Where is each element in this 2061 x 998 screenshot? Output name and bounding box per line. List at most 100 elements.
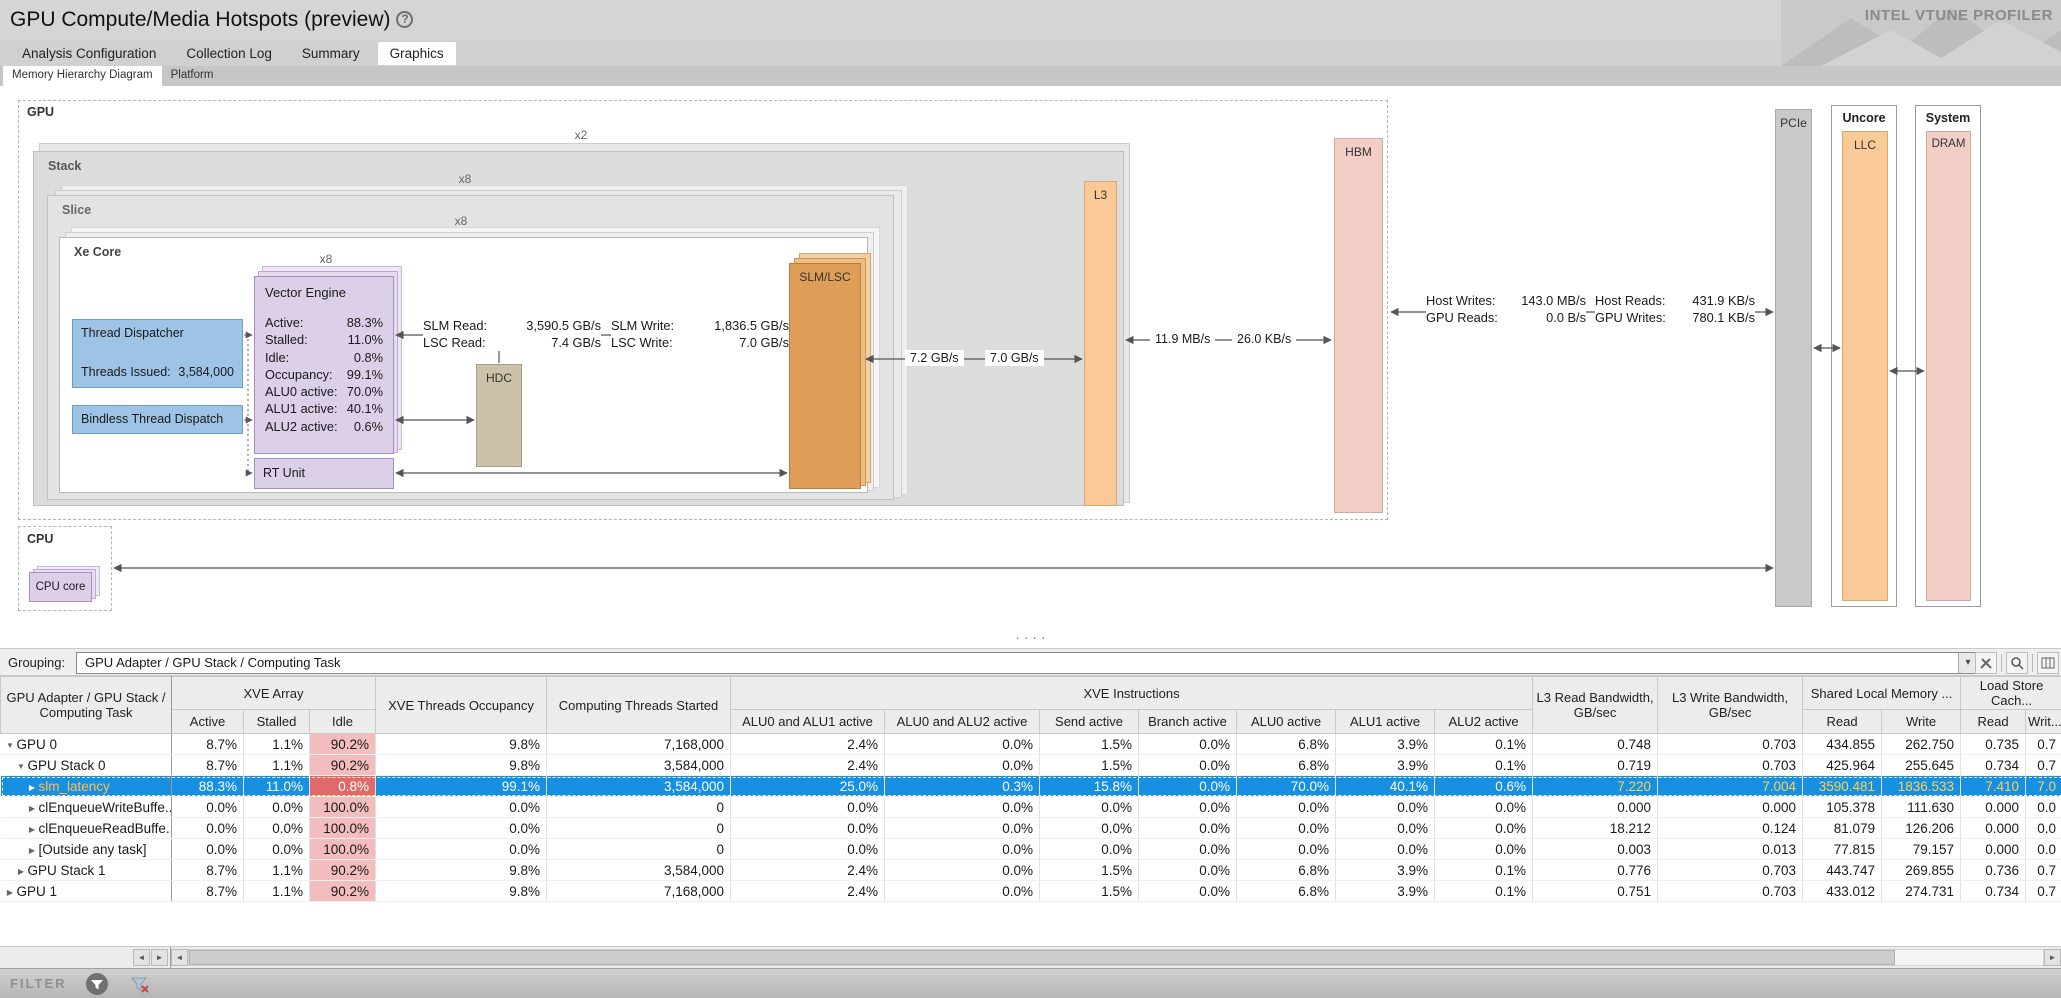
grid-cell[interactable]: 0.8% — [310, 776, 376, 797]
grid-cell[interactable]: 9.8% — [376, 881, 547, 902]
grid-cell[interactable]: 0.013 — [1658, 839, 1803, 860]
grid-cell[interactable]: 40.1% — [1336, 776, 1435, 797]
grid-cell[interactable]: 3,584,000 — [547, 860, 731, 881]
table-row[interactable]: ▶GPU 18.7%1.1%90.2%9.8%7,168,0002.4%0.0%… — [1, 881, 2061, 902]
grid-cell[interactable]: 0.0% — [172, 797, 244, 818]
grid-cell[interactable]: 0.0% — [1237, 839, 1336, 860]
column-header-alu0-alu2[interactable]: ALU0 and ALU2 active — [885, 710, 1040, 734]
grid-cell[interactable]: 7.0 — [2026, 776, 2061, 797]
grid-cell[interactable]: 0.0% — [731, 839, 885, 860]
grid-cell[interactable]: 0.776 — [1533, 860, 1658, 881]
grid-cell[interactable]: 2.4% — [731, 881, 885, 902]
grid-cell[interactable]: 0.751 — [1533, 881, 1658, 902]
grid-cell[interactable]: 0.734 — [1961, 755, 2026, 776]
grid-cell[interactable]: 111.630 — [1882, 797, 1961, 818]
grid-cell[interactable]: 1.5% — [1040, 881, 1139, 902]
grid-cell[interactable]: 1.1% — [244, 860, 310, 881]
grid-cell[interactable]: 0.0% — [1040, 839, 1139, 860]
grid-cell[interactable]: 425.964 — [1803, 755, 1882, 776]
table-row[interactable]: ▶GPU Stack 18.7%1.1%90.2%9.8%3,584,0002.… — [1, 860, 2061, 881]
column-header-slm-read[interactable]: Read — [1803, 710, 1882, 734]
grid-cell[interactable]: 18.212 — [1533, 818, 1658, 839]
grid-cell[interactable]: 3.9% — [1336, 755, 1435, 776]
column-header-alu0-alu1[interactable]: ALU0 and ALU1 active — [731, 710, 885, 734]
grid-cell[interactable]: 0.0% — [1336, 818, 1435, 839]
expand-arrow-icon[interactable]: ▶ — [26, 783, 39, 792]
grid-cell[interactable]: 0.0% — [1139, 797, 1237, 818]
grid-cell[interactable]: 1.5% — [1040, 734, 1139, 755]
grid-cell[interactable]: 100.0% — [310, 818, 376, 839]
column-header-alu0[interactable]: ALU0 active — [1237, 710, 1336, 734]
column-header-idle[interactable]: Idle — [310, 710, 376, 734]
column-header-l3-write[interactable]: L3 Write Bandwidth, GB/sec — [1658, 677, 1803, 734]
grid-cell[interactable]: 0.0% — [1435, 839, 1533, 860]
grid-cell[interactable]: 90.2% — [310, 755, 376, 776]
grid-cell[interactable]: 0.000 — [1658, 797, 1803, 818]
grid-cell[interactable]: 0.0% — [1139, 818, 1237, 839]
search-button[interactable] — [2006, 652, 2028, 674]
row-label[interactable]: ▶slm_latency — [1, 776, 172, 797]
grid-cell[interactable]: 0 — [547, 839, 731, 860]
column-header-alu2[interactable]: ALU2 active — [1435, 710, 1533, 734]
pane-splitter[interactable]: · · · · — [0, 632, 2061, 648]
grid-cell[interactable]: 0 — [547, 818, 731, 839]
panel-button[interactable] — [2037, 652, 2059, 674]
grid-cell[interactable]: 0.0% — [885, 797, 1040, 818]
grid-cell[interactable]: 81.079 — [1803, 818, 1882, 839]
grid-cell[interactable]: 0.735 — [1961, 734, 2026, 755]
subtab-platform[interactable]: Platform — [162, 66, 223, 86]
tab-analysis-configuration[interactable]: Analysis Configuration — [10, 42, 168, 65]
grid-cell[interactable]: 1.1% — [244, 755, 310, 776]
grid-cell[interactable]: 3,584,000 — [547, 776, 731, 797]
grid-cell[interactable]: 0.0% — [172, 818, 244, 839]
grid-cell[interactable]: 1.1% — [244, 881, 310, 902]
scrollbar-track[interactable] — [188, 949, 2044, 966]
grid-cell[interactable]: 0.703 — [1658, 755, 1803, 776]
table-row[interactable]: ▶clEnqueueWriteBuffe...0.0%0.0%100.0%0.0… — [1, 797, 2061, 818]
filter-funnel-button[interactable] — [85, 972, 109, 996]
grid-cell[interactable]: 11.0% — [244, 776, 310, 797]
grid-cell[interactable]: 3590.481 — [1803, 776, 1882, 797]
grid-cell[interactable]: 7.220 — [1533, 776, 1658, 797]
grid-cell[interactable]: 0.0% — [244, 839, 310, 860]
grid-cell[interactable]: 0.0% — [1336, 797, 1435, 818]
grid-cell[interactable]: 0.0% — [885, 839, 1040, 860]
grid-cell[interactable]: 0.1% — [1435, 755, 1533, 776]
grid-cell[interactable]: 433.012 — [1803, 881, 1882, 902]
table-row[interactable]: ▶clEnqueueReadBuffe...0.0%0.0%100.0%0.0%… — [1, 818, 2061, 839]
grid-cell[interactable]: 1.1% — [244, 734, 310, 755]
grid-cell[interactable]: 0.0% — [885, 734, 1040, 755]
column-header-alu1[interactable]: ALU1 active — [1336, 710, 1435, 734]
column-header-send[interactable]: Send active — [1040, 710, 1139, 734]
grid-cell[interactable]: 0.0% — [1139, 860, 1237, 881]
expand-arrow-icon[interactable]: ▶ — [4, 888, 17, 897]
grid-cell[interactable]: 0.703 — [1658, 734, 1803, 755]
grid-cell[interactable]: 0.0% — [885, 818, 1040, 839]
grid-cell[interactable]: 0.7 — [2026, 734, 2061, 755]
grid-cell[interactable]: 0.0% — [1139, 734, 1237, 755]
grid-cell[interactable]: 2.4% — [731, 734, 885, 755]
scroll-right-icon[interactable]: ► — [2044, 949, 2061, 966]
grid-cell[interactable]: 0.0% — [1139, 839, 1237, 860]
column-header-threads-started[interactable]: Computing Threads Started — [547, 677, 731, 734]
grid-cell[interactable]: 7,168,000 — [547, 881, 731, 902]
grid-cell[interactable]: 126.206 — [1882, 818, 1961, 839]
splitter-handle-icon[interactable]: · · · · — [1015, 629, 1045, 645]
scroll-left-icon[interactable]: ◄ — [133, 949, 150, 966]
expand-arrow-icon[interactable]: ▶ — [26, 846, 39, 855]
row-label[interactable]: ▼GPU Stack 0 — [1, 755, 172, 776]
grid-cell[interactable]: 0.7 — [2026, 860, 2061, 881]
grid-cell[interactable]: 15.8% — [1040, 776, 1139, 797]
grid-cell[interactable]: 0.1% — [1435, 881, 1533, 902]
grid-cell[interactable]: 7,168,000 — [547, 734, 731, 755]
tab-graphics[interactable]: Graphics — [378, 42, 456, 65]
grid-cell[interactable]: 443.747 — [1803, 860, 1882, 881]
grid-cell[interactable]: 255.645 — [1882, 755, 1961, 776]
scroll-right-icon[interactable]: ► — [151, 949, 168, 966]
row-label[interactable]: ▶GPU 1 — [1, 881, 172, 902]
grid-cell[interactable]: 0.3% — [885, 776, 1040, 797]
grid-cell[interactable]: 6.8% — [1237, 734, 1336, 755]
grid-cell[interactable]: 0.748 — [1533, 734, 1658, 755]
grid-cell[interactable]: 0.0% — [172, 839, 244, 860]
grid-cell[interactable]: 0.719 — [1533, 755, 1658, 776]
